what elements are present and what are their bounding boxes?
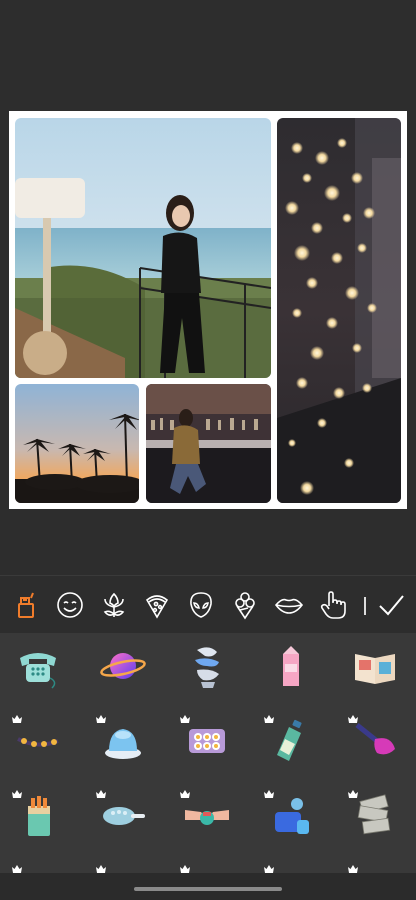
sticker-cake[interactable] xyxy=(93,711,153,771)
category-flower[interactable] xyxy=(97,588,131,622)
sticker-statue[interactable] xyxy=(177,636,237,696)
category-lips[interactable] xyxy=(272,588,306,622)
photo-woman-balcony-beach[interactable] xyxy=(15,118,271,378)
category-alien[interactable] xyxy=(184,588,218,622)
photo-collage[interactable] xyxy=(9,111,407,509)
nail-polish-sticker-icon xyxy=(355,723,395,755)
perfume-sticker-icon xyxy=(275,798,309,834)
lips-icon xyxy=(274,598,304,614)
sticker-bottle[interactable] xyxy=(261,711,321,771)
sticker-hands[interactable] xyxy=(177,786,237,846)
photo-palm-trees-sunset[interactable] xyxy=(15,384,139,503)
category-smiley[interactable] xyxy=(53,588,87,622)
bottle-sticker-icon xyxy=(277,719,302,761)
money-sticker-icon xyxy=(357,794,391,835)
magazine-sticker-icon xyxy=(355,654,395,684)
category-lighter[interactable] xyxy=(9,588,43,622)
sticker-telephone[interactable] xyxy=(8,636,68,696)
system-navigation-area xyxy=(0,873,416,900)
statue-sticker-icon xyxy=(195,647,219,688)
cake-sticker-icon xyxy=(105,729,141,759)
hands-sticker-icon xyxy=(185,810,229,825)
pizza-icon xyxy=(145,595,169,619)
brush-sticker-icon xyxy=(103,807,145,825)
sticker-category-bar xyxy=(0,575,416,633)
milk-carton-sticker-icon xyxy=(283,646,299,686)
lighter-icon xyxy=(18,592,34,618)
ice-cream-icon xyxy=(235,592,255,620)
sticker-nail-polish[interactable] xyxy=(345,711,405,771)
sticker-milk-carton[interactable] xyxy=(261,636,321,696)
sticker-brush[interactable] xyxy=(93,786,153,846)
confirm-button[interactable] xyxy=(374,588,408,622)
premium-crown-icon xyxy=(96,865,106,873)
premium-crown-icon xyxy=(12,865,22,873)
photo-woman-bar-counter[interactable] xyxy=(146,384,271,503)
hand-pointer-icon xyxy=(320,591,346,619)
alien-icon xyxy=(190,592,212,618)
sticker-bracelet[interactable] xyxy=(8,711,68,771)
sticker-egg-tray[interactable] xyxy=(177,711,237,771)
sticker-money[interactable] xyxy=(345,786,405,846)
sticker-grid xyxy=(0,633,416,873)
photo-bokeh-lights-street[interactable] xyxy=(277,118,401,503)
egg-tray-sticker-icon xyxy=(189,729,225,753)
cigarette-pack-sticker-icon xyxy=(28,796,50,836)
sticker-planet[interactable] xyxy=(93,636,153,696)
category-divider xyxy=(364,597,366,615)
bracelet-sticker-icon xyxy=(17,737,59,747)
telephone-sticker-icon xyxy=(20,653,56,689)
category-pizza[interactable] xyxy=(140,588,174,622)
premium-crown-icon xyxy=(264,865,274,873)
sticker-perfume[interactable] xyxy=(261,786,321,846)
premium-crown-icon xyxy=(180,865,190,873)
smiley-icon xyxy=(57,592,83,618)
home-indicator[interactable] xyxy=(134,887,282,891)
sticker-cigarette-pack[interactable] xyxy=(8,786,68,846)
category-hand-pointer[interactable] xyxy=(316,588,350,622)
planet-sticker-icon xyxy=(100,653,146,679)
category-ice-cream[interactable] xyxy=(228,588,262,622)
premium-crown-icon xyxy=(348,865,358,873)
flower-icon xyxy=(103,592,125,617)
sticker-magazine[interactable] xyxy=(345,636,405,696)
editor-canvas xyxy=(0,0,416,575)
checkmark-icon xyxy=(379,595,404,616)
